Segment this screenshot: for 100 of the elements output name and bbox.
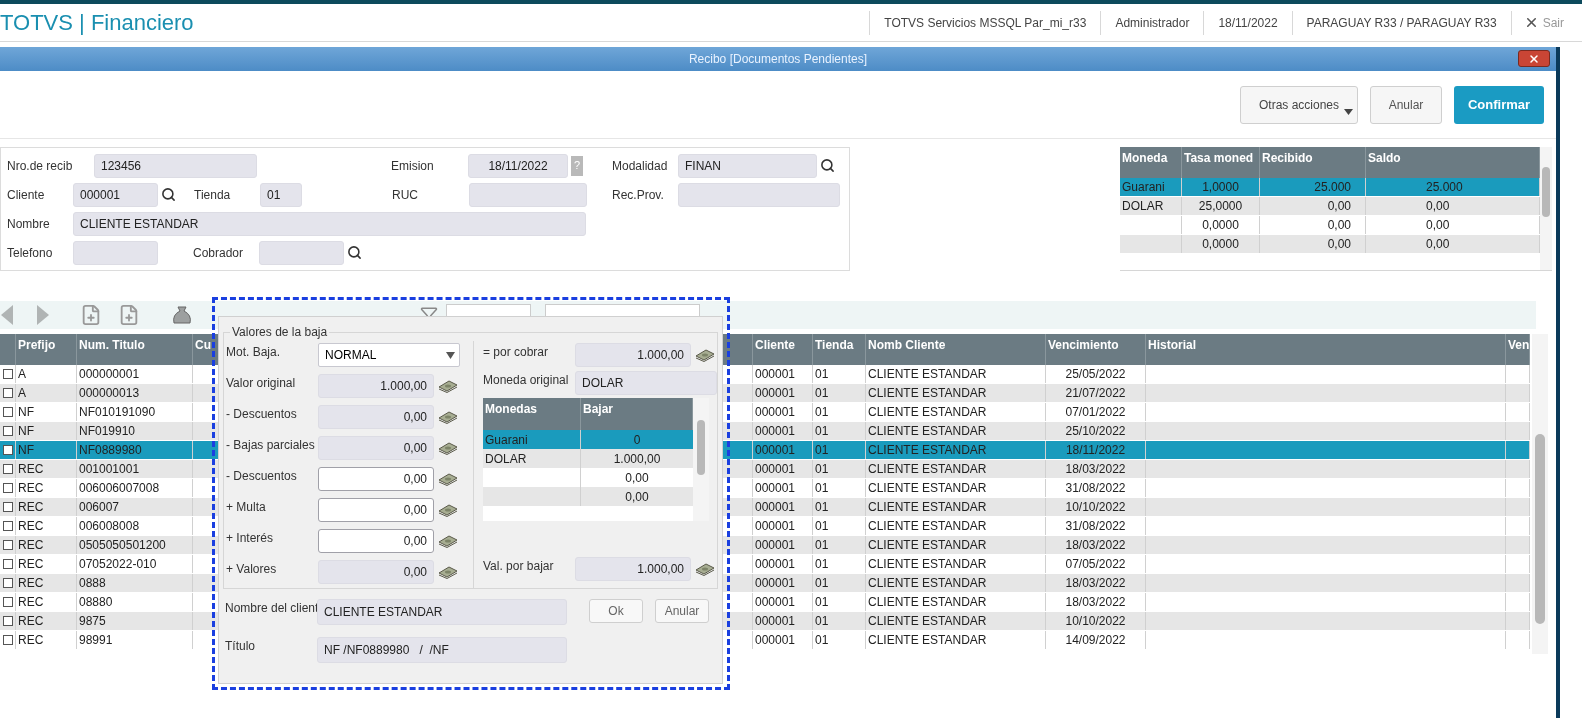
table-cell-text: 01 [815, 461, 829, 478]
table-cell-text: 07052022-010 [79, 556, 157, 573]
table-cell-text: 0,00 [1426, 236, 1450, 253]
table-cell-text: 01 [815, 518, 829, 535]
field-label: Tienda [194, 186, 232, 204]
table-cell-text: 31/08/2022 [1065, 518, 1126, 535]
table-cell-text: 25,0000 [1198, 198, 1243, 215]
table-cell-text: CLIENTE ESTANDAR [868, 518, 987, 535]
table-cell-text: REC [18, 461, 44, 478]
table-cell-text: 000001 [755, 366, 796, 383]
field-label: Rec.Prov. [612, 186, 665, 204]
table-cell-text: 14/09/2022 [1065, 632, 1126, 649]
table-cell-text: NF0889980 [79, 442, 142, 459]
table-cell-text: 000001 [755, 423, 796, 440]
status-item: 18/11/2022 [1203, 10, 1292, 35]
table-cell-text: NF [18, 442, 34, 459]
table-cell-text: 000001 [755, 632, 796, 649]
table-cell-text: NF010191090 [79, 404, 156, 421]
table-cell-text: 9875 [79, 613, 106, 630]
field-label: + Multa [226, 499, 267, 516]
table-cell-text: DOLAR [1122, 198, 1164, 215]
table-cell-text: CLIENTE ESTANDAR [868, 366, 987, 383]
table-cell-text: REC [18, 556, 44, 573]
table-cell-text: 000001 [755, 480, 796, 497]
table-cell-text: 1,0000 [1202, 179, 1239, 196]
table-cell-text: CLIENTE ESTANDAR [868, 499, 987, 516]
table-cell-text: 10/10/2022 [1065, 613, 1126, 630]
table-cell-text: 21/07/2022 [1065, 385, 1126, 402]
field-label: Emision [391, 157, 435, 175]
table-cell-text: NF019910 [79, 423, 136, 440]
table-cell-text: 0,0000 [1202, 217, 1239, 234]
table-cell-text: 0,00 [1327, 236, 1351, 253]
table-cell-text: 01 [815, 575, 829, 592]
table-cell-text: REC [18, 632, 44, 649]
table-cell-text: 000001 [755, 613, 796, 630]
field-label: - Descuentos [226, 406, 298, 423]
table-cell-text: 000001 [755, 518, 796, 535]
table-cell-text: 000001 [755, 594, 796, 611]
table-cell-text: 000001 [755, 499, 796, 516]
table-cell-text: CLIENTE ESTANDAR [868, 423, 987, 440]
status-item: PARAGUAY R33 / PARAGUAY R33 [1291, 10, 1511, 35]
app-title: TOTVS | Financiero [0, 9, 194, 37]
table-cell-text: 000001 [755, 385, 796, 402]
table-cell-text: 25/05/2022 [1065, 366, 1126, 383]
field-label: Cliente [7, 186, 46, 204]
table-cell-text: 01 [815, 499, 829, 516]
table-cell-text: A [18, 385, 26, 402]
field-label: RUC [392, 186, 419, 204]
table-cell-text: 0888 [79, 575, 106, 592]
table-cell-text: 01 [815, 423, 829, 440]
table-cell-text: 0,00 [1426, 217, 1450, 234]
table-cell-text: 10/10/2022 [1065, 499, 1126, 516]
table-cell-text: CLIENTE ESTANDAR [868, 442, 987, 459]
table-cell-text: NF [18, 404, 34, 421]
field-label: Val. por bajar [483, 558, 555, 575]
table-cell-text: CLIENTE ESTANDAR [868, 480, 987, 497]
table-cell-text: 01 [815, 556, 829, 573]
table-cell-text: 0,0000 [1202, 236, 1239, 253]
table-cell-text: NF [18, 423, 34, 440]
table-cell-text: 0505050501200 [79, 537, 166, 554]
table-cell-text: REC [18, 537, 44, 554]
table-cell-text: 000001 [755, 537, 796, 554]
table-cell-text: REC [18, 499, 44, 516]
table-cell-text: 25.000 [1426, 179, 1463, 196]
status-item: TOTVS Servicios MSSQL Par_mi_r33 [869, 10, 1101, 35]
table-cell-text: 006006007008 [79, 480, 160, 497]
table-cell-text: 01 [815, 594, 829, 611]
field-label: Mot. Baja. [226, 344, 282, 361]
table-cell-text: REC [18, 594, 44, 611]
table-cell-text: 08880 [79, 594, 113, 611]
field-label: Nombre [7, 215, 51, 233]
table-cell-text: 31/08/2022 [1065, 480, 1126, 497]
status-item: Administrador [1100, 10, 1204, 35]
table-cell-text: 98991 [79, 632, 113, 649]
table-cell-text: Guarani [1122, 179, 1165, 196]
table-cell-text: 18/03/2022 [1065, 575, 1126, 592]
table-cell-text: CLIENTE ESTANDAR [868, 613, 987, 630]
table-cell-text: CLIENTE ESTANDAR [868, 575, 987, 592]
table-cell-text: 07/01/2022 [1065, 404, 1126, 421]
table-cell-text: REC [18, 480, 44, 497]
table-cell-text: 0,00 [1327, 198, 1351, 215]
table-cell-text: 000001 [755, 556, 796, 573]
table-cell-text: 18/03/2022 [1065, 461, 1126, 478]
table-cell-text: 01 [815, 632, 829, 649]
table-cell-text: 18/03/2022 [1065, 594, 1126, 611]
field-label: Modalidad [612, 157, 669, 175]
table-cell-text: REC [18, 575, 44, 592]
table-cell-text: CLIENTE ESTANDAR [868, 385, 987, 402]
table-cell-text: 006007 [79, 499, 120, 516]
table-cell-text: 0,00 [1426, 198, 1450, 215]
group-title: Valores de la baja [231, 324, 329, 341]
table-cell-text: 0,00 [1327, 217, 1351, 234]
table-cell-text: 01 [815, 442, 829, 459]
window-title: Recibo [Documentos Pendientes] [688, 51, 868, 68]
table-cell-text: 01 [815, 385, 829, 402]
table-cell-text: 25.000 [1314, 179, 1351, 196]
table-cell-text: 18/11/2022 [1065, 442, 1126, 459]
table-cell-text: CLIENTE ESTANDAR [868, 556, 987, 573]
table-cell-text: 01 [815, 366, 829, 383]
field-label: Nro.de recib [7, 157, 74, 175]
